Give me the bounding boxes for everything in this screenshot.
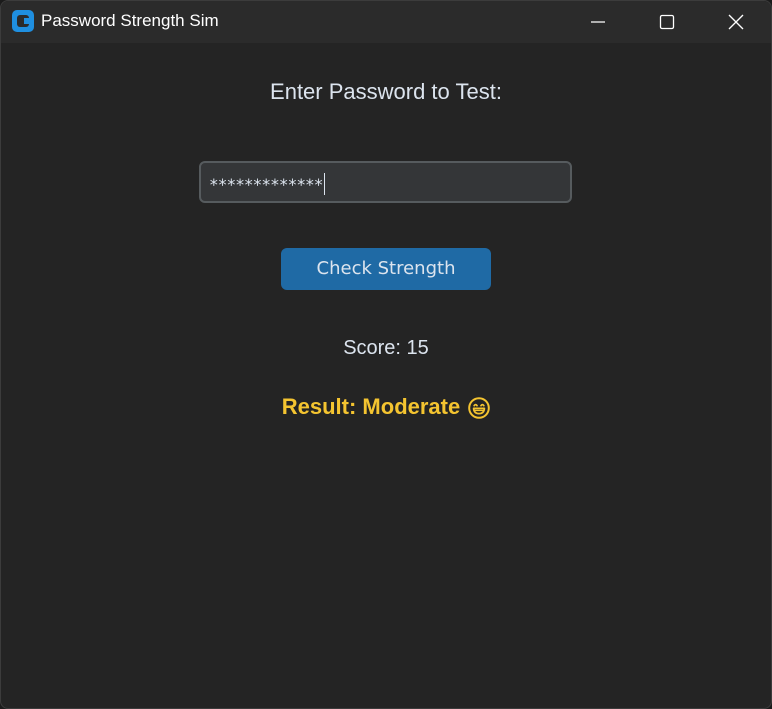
title-bar[interactable]: Password Strength Sim [1, 1, 771, 43]
app-window: Password Strength Sim Enter Password to … [0, 0, 772, 709]
close-icon [728, 14, 744, 30]
minimize-button[interactable] [563, 1, 633, 43]
password-value: ************* [209, 173, 325, 195]
check-strength-button[interactable]: Check Strength [281, 248, 491, 290]
password-input[interactable]: ************* [199, 161, 572, 203]
result-label: Result: Moderate [1, 394, 771, 420]
maximize-icon [659, 14, 675, 30]
result-text: Result: Moderate [281, 394, 461, 419]
password-prompt-label: Enter Password to Test: [270, 79, 502, 104]
text-caret [323, 173, 325, 195]
grinning-face-icon [468, 397, 491, 419]
window-title: Password Strength Sim [41, 11, 219, 30]
close-button[interactable] [701, 1, 771, 43]
score-label: Score: 15 [343, 337, 429, 359]
maximize-button[interactable] [632, 1, 702, 43]
password-masked-text: ************* [209, 175, 323, 194]
minimize-icon [591, 21, 605, 23]
app-logo-icon [12, 10, 34, 32]
